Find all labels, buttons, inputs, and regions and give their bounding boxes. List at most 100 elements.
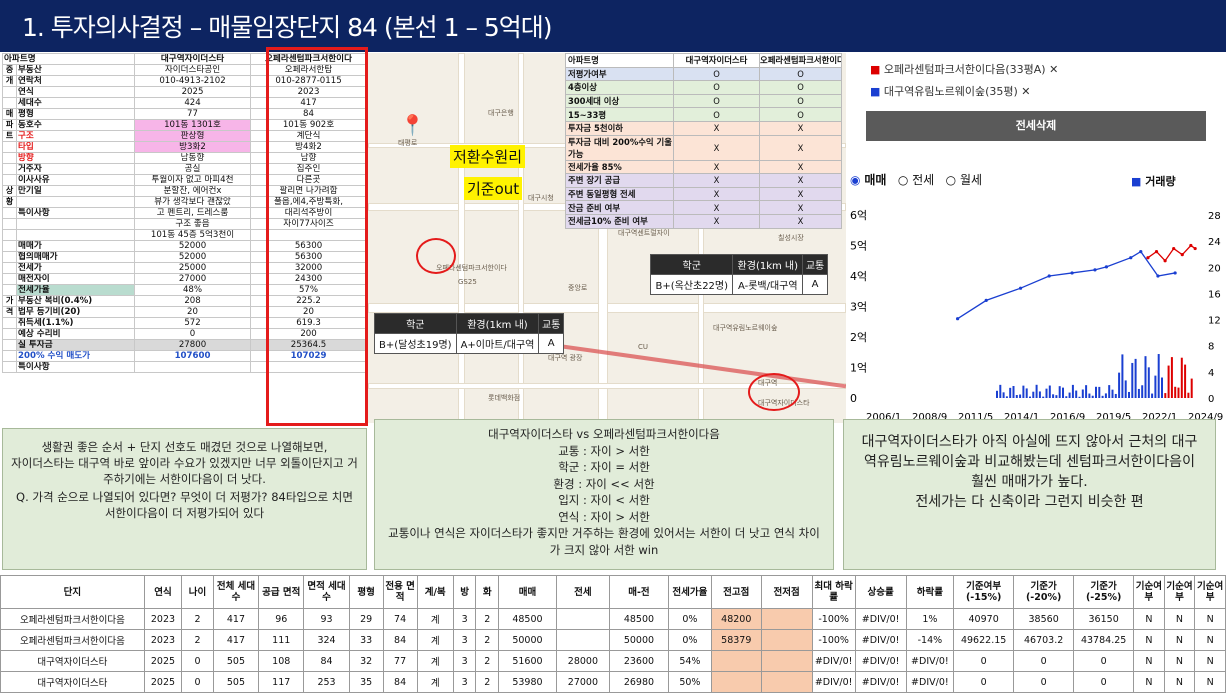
compare-cell: 트 <box>2 130 17 142</box>
volume-bar <box>1035 384 1038 398</box>
summary-cell: #DIV/0! <box>854 629 907 651</box>
map-label: GS25 <box>458 278 477 286</box>
radio-group[interactable]: ◉ 매매 ○ 전세 ○ 월세 <box>850 171 982 188</box>
summary-header-cell: 나이 <box>181 575 214 609</box>
school-value-cell: B+(옥산초22명) <box>649 274 734 295</box>
series-point <box>1154 250 1159 254</box>
compare-cell: 격 <box>2 306 17 318</box>
compare-cell <box>2 152 17 164</box>
summary-header-cell: 상승률 <box>854 575 907 609</box>
summary-cell: 2025 <box>143 650 183 672</box>
note-line: 대구역자이더스타 vs 오페라센텀파크서한이다음 <box>488 427 720 441</box>
radio-monthly[interactable]: 월세 <box>960 173 982 187</box>
volume-label: 거래량 <box>1145 175 1176 188</box>
summary-cell: N <box>1163 608 1196 630</box>
series-line <box>1147 244 1196 262</box>
summary-header-cell: 화 <box>475 575 500 609</box>
criteria-cell: X <box>673 213 760 229</box>
compare-cell <box>2 273 17 285</box>
y2-tick-label: 4 <box>1208 368 1214 379</box>
note-box-1: 생활권 좋은 순서 + 단지 선호도 매겼던 것으로 나열해보면, 자이더스타는… <box>2 428 367 570</box>
series-point <box>1146 256 1150 260</box>
summary-header-cell: 기준여부 (-15%) <box>953 575 1015 609</box>
summary-cell: 48500 <box>498 608 557 630</box>
summary-cell <box>555 629 611 651</box>
compare-cell: 208 <box>134 295 252 307</box>
summary-cell: #DIV/0! <box>905 671 955 693</box>
volume-bar <box>1124 380 1127 398</box>
compare-header-cell: 대구역자이더스타 <box>134 53 252 65</box>
criteria-cell: X <box>673 173 760 188</box>
summary-cell: N <box>1194 608 1226 630</box>
summary-cell: 253 <box>303 671 350 693</box>
compare-cell: 부동산 <box>15 64 136 76</box>
summary-cell <box>555 608 611 630</box>
radio-jeonse[interactable]: 전세 <box>912 173 934 187</box>
criteria-row: 주변 동일평형 전세 X X <box>565 186 842 202</box>
criteria-cell: 주변 동일평형 전세 <box>565 186 674 202</box>
compare-cell <box>2 328 17 340</box>
criteria-cell: X <box>673 186 760 202</box>
compare-cell: 0 <box>134 328 252 340</box>
delete-jeonse-button[interactable]: 전세삭제 <box>866 111 1206 141</box>
volume-bar <box>1042 396 1045 398</box>
volume-bar <box>1151 393 1154 398</box>
compare-cell <box>2 361 17 373</box>
volume-bar <box>1022 385 1025 398</box>
volume-bar <box>1104 393 1107 398</box>
summary-cell: 417 <box>212 608 260 630</box>
volume-bar <box>1085 385 1088 398</box>
summary-cell: 505 <box>212 671 260 693</box>
summary-cell: -100% <box>811 608 856 630</box>
volume-bar <box>1058 386 1061 398</box>
volume-bar <box>1157 354 1160 398</box>
compare-cell: 424 <box>134 97 252 109</box>
compare-cell: 특이사항 <box>15 361 136 373</box>
summary-table: 단지 연식 나이 전체 세대수 공급 면적 면적 세대수 평형 전용 면적 계/복 방 화 매매 전세 매… <box>0 575 1226 693</box>
summary-cell <box>710 650 762 672</box>
school-value-cell: A <box>538 333 564 354</box>
criteria-cell: X <box>759 186 842 202</box>
volume-bar <box>1180 357 1183 398</box>
volume-toggle[interactable]: ■ 거래량 <box>1131 173 1176 189</box>
summary-cell: 36150 <box>1073 608 1135 630</box>
summary-cell: 26980 <box>609 671 669 693</box>
volume-bar <box>1025 388 1028 398</box>
note-line: 전세가는 다 신축이라 그런지 비슷한 편 <box>915 494 1144 510</box>
volume-bar <box>1081 389 1084 398</box>
school-head-cell: 교통 <box>802 254 828 275</box>
note-line: 교통 : 자이 > 서한 <box>558 443 650 458</box>
compare-cell: 전세가 <box>15 262 136 274</box>
map-label: 대구시청 <box>528 194 554 202</box>
compare-cell <box>2 97 17 109</box>
summary-header-cell: 기준가 (-25%) <box>1073 575 1135 609</box>
summary-cell: 2 <box>181 608 214 630</box>
criteria-header: 아파트명 대구역자이더스타 오페라센텀파크서한이다 <box>565 53 842 68</box>
criteria-cell: 투자금 5천이하 <box>565 120 674 136</box>
summary-cell: 43784.25 <box>1073 629 1135 651</box>
note-line: 연식 : 자이 > 서한 <box>558 509 650 524</box>
summary-cell <box>760 629 813 651</box>
summary-cell: N <box>1163 629 1196 651</box>
map-pin-icon[interactable]: 📍 <box>400 113 425 137</box>
compare-cell <box>2 207 17 219</box>
summary-header-cell: 매-전 <box>609 575 669 609</box>
compare-cell <box>15 196 136 208</box>
compare-cell: 48% <box>134 284 252 296</box>
price-chart-panel: ■ 오페라센텀파크서한이다음(33평A) ✕ ■ 대구역유림노르웨이숲(35평)… <box>846 53 1226 423</box>
summary-cell: 2 <box>181 629 214 651</box>
radio-sale[interactable]: 매매 <box>864 173 886 187</box>
criteria-cell: 300세대 이상 <box>565 93 674 109</box>
summary-cell <box>760 650 813 672</box>
volume-bar <box>1111 389 1114 398</box>
criteria-cell: O <box>673 107 760 122</box>
volume-bar <box>1055 395 1058 398</box>
note-box-2: 대구역자이더스타 vs 오페라센텀파크서한이다음 교통 : 자이 > 서한 학군… <box>374 419 834 570</box>
note-line: 자이더스타는 대구역 바로 앞이라 수요가 있겠지만 너무 외톨이단지고 거주하… <box>11 456 358 486</box>
compare-cell: 거주자 <box>15 163 136 175</box>
summary-cell: 93 <box>303 608 350 630</box>
summary-cell: 33 <box>348 629 384 651</box>
map-label: 대구역 광장 <box>548 354 583 362</box>
summary-header-cell: 계/복 <box>416 575 454 609</box>
volume-bar <box>1114 393 1117 398</box>
